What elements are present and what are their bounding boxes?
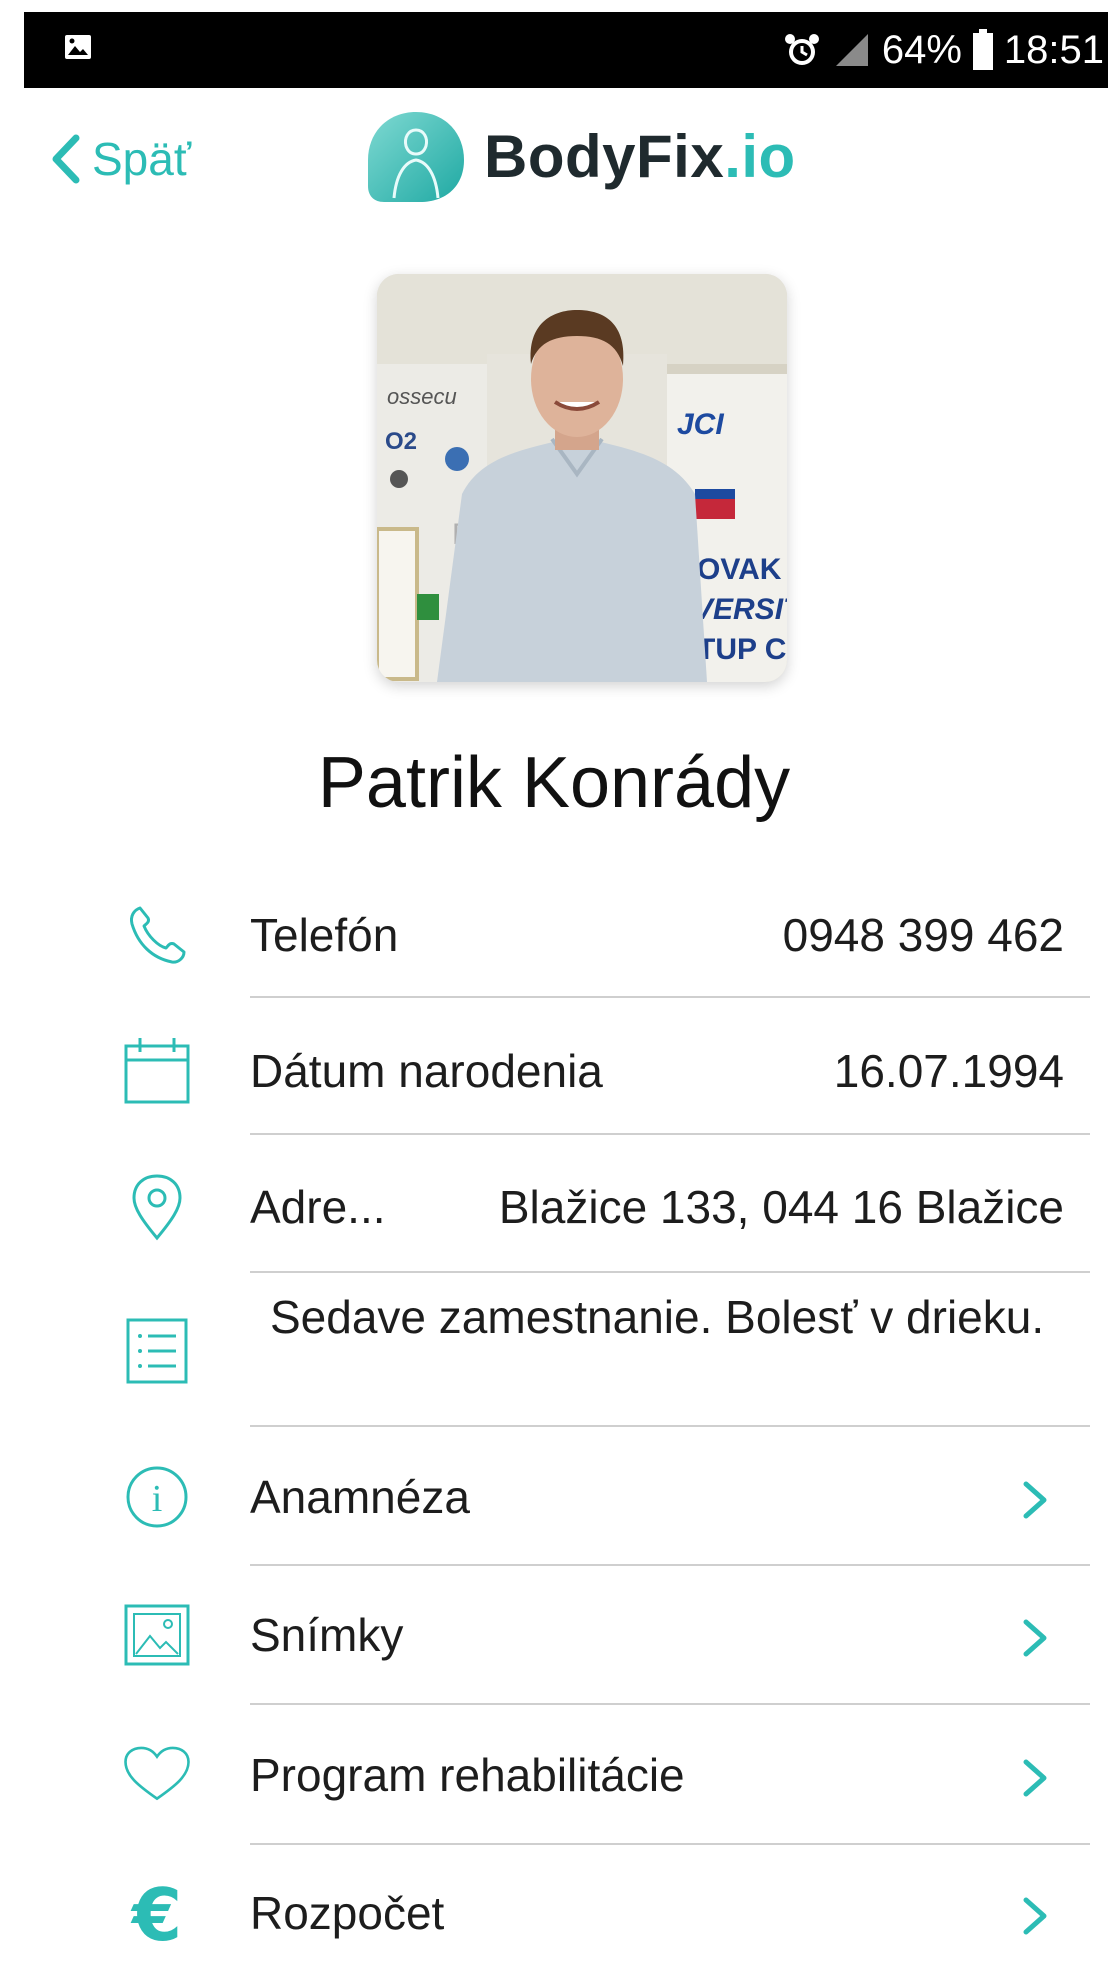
image-icon xyxy=(122,1600,192,1670)
svg-text:ossecu: ossecu xyxy=(387,384,457,409)
address-row[interactable]: Adre... Blažice 133, 044 16 Blažice xyxy=(0,1172,1108,1248)
divider xyxy=(250,1425,1090,1427)
profile-photo: ossecu O2 JCI BA OVAK VERSIT TUP C xyxy=(377,274,787,682)
phone-row[interactable]: Telefón 0948 399 462 xyxy=(0,900,1108,976)
calendar-icon xyxy=(122,1036,192,1106)
notes-text: Sedave zamestnanie. Bolesť v drieku. xyxy=(270,1291,1045,1343)
status-bar: 64% 18:51 xyxy=(24,12,1108,88)
notes-icon xyxy=(122,1316,192,1386)
birthdate-value: 16.07.1994 xyxy=(833,1045,1064,1097)
rehab-program-label: Program rehabilitácie xyxy=(250,1749,685,1801)
signal-icon xyxy=(835,34,868,66)
phone-value: 0948 399 462 xyxy=(782,909,1064,961)
budget-label: Rozpočet xyxy=(250,1887,445,1939)
notes-row[interactable]: Sedave zamestnanie. Bolesť v drieku. xyxy=(0,1282,1108,1414)
clock-time: 18:51 xyxy=(1003,28,1104,72)
logo-accent: .io xyxy=(724,122,796,190)
logo-main: BodyFix xyxy=(484,122,725,190)
photo-text-jci: JCI xyxy=(677,408,724,441)
photo-text-o2: O2 xyxy=(385,428,417,455)
svg-text:€: € xyxy=(130,1878,182,1948)
images-label: Snímky xyxy=(250,1609,404,1661)
phone-label: Telefón xyxy=(250,909,399,961)
gallery-icon xyxy=(65,35,91,59)
chevron-left-icon xyxy=(52,134,80,184)
chevron-right-icon xyxy=(1023,1759,1047,1797)
location-pin-icon xyxy=(122,1172,192,1242)
battery-percentage: 64% xyxy=(881,28,962,72)
svg-text:i: i xyxy=(152,1478,163,1520)
patient-name: Patrik Konrády xyxy=(317,743,791,823)
address-value: Blažice 133, 044 16 Blažice xyxy=(498,1181,1064,1233)
app-logo: BodyFix.io xyxy=(364,108,796,204)
euro-icon: € xyxy=(122,1878,192,1948)
alarm-icon xyxy=(784,34,819,65)
chevron-right-icon xyxy=(1023,1897,1047,1935)
back-label: Späť xyxy=(92,133,192,185)
battery-icon xyxy=(972,29,993,70)
photo-text-ovak: OVAK xyxy=(697,553,782,586)
photo-text-tup: TUP C xyxy=(697,633,786,666)
photo-text-versit: VERSIT xyxy=(693,593,787,626)
rehab-program-row[interactable]: Program rehabilitácie xyxy=(0,1740,1108,1816)
divider xyxy=(250,1133,1090,1135)
budget-row[interactable]: € Rozpočet xyxy=(0,1878,1108,1954)
divider xyxy=(250,1703,1090,1705)
images-row[interactable]: Snímky xyxy=(0,1600,1108,1676)
logo-mark-icon xyxy=(368,112,464,202)
info-icon: i xyxy=(122,1462,192,1532)
logo-text: BodyFix.io xyxy=(484,122,796,191)
birthdate-row[interactable]: Dátum narodenia 16.07.1994 xyxy=(0,1036,1108,1112)
divider xyxy=(250,1843,1090,1845)
anamnesis-label: Anamnéza xyxy=(250,1471,470,1523)
divider xyxy=(250,1564,1090,1566)
birthdate-label: Dátum narodenia xyxy=(250,1045,603,1097)
back-button[interactable]: Späť xyxy=(48,124,191,194)
heart-icon xyxy=(122,1740,192,1810)
phone-icon xyxy=(122,900,192,970)
divider xyxy=(250,1271,1090,1273)
address-label: Adre... xyxy=(250,1181,386,1233)
chevron-right-icon xyxy=(1023,1619,1047,1657)
divider xyxy=(250,996,1090,998)
chevron-right-icon xyxy=(1023,1481,1047,1519)
anamnesis-row[interactable]: i Anamnéza xyxy=(0,1462,1108,1538)
